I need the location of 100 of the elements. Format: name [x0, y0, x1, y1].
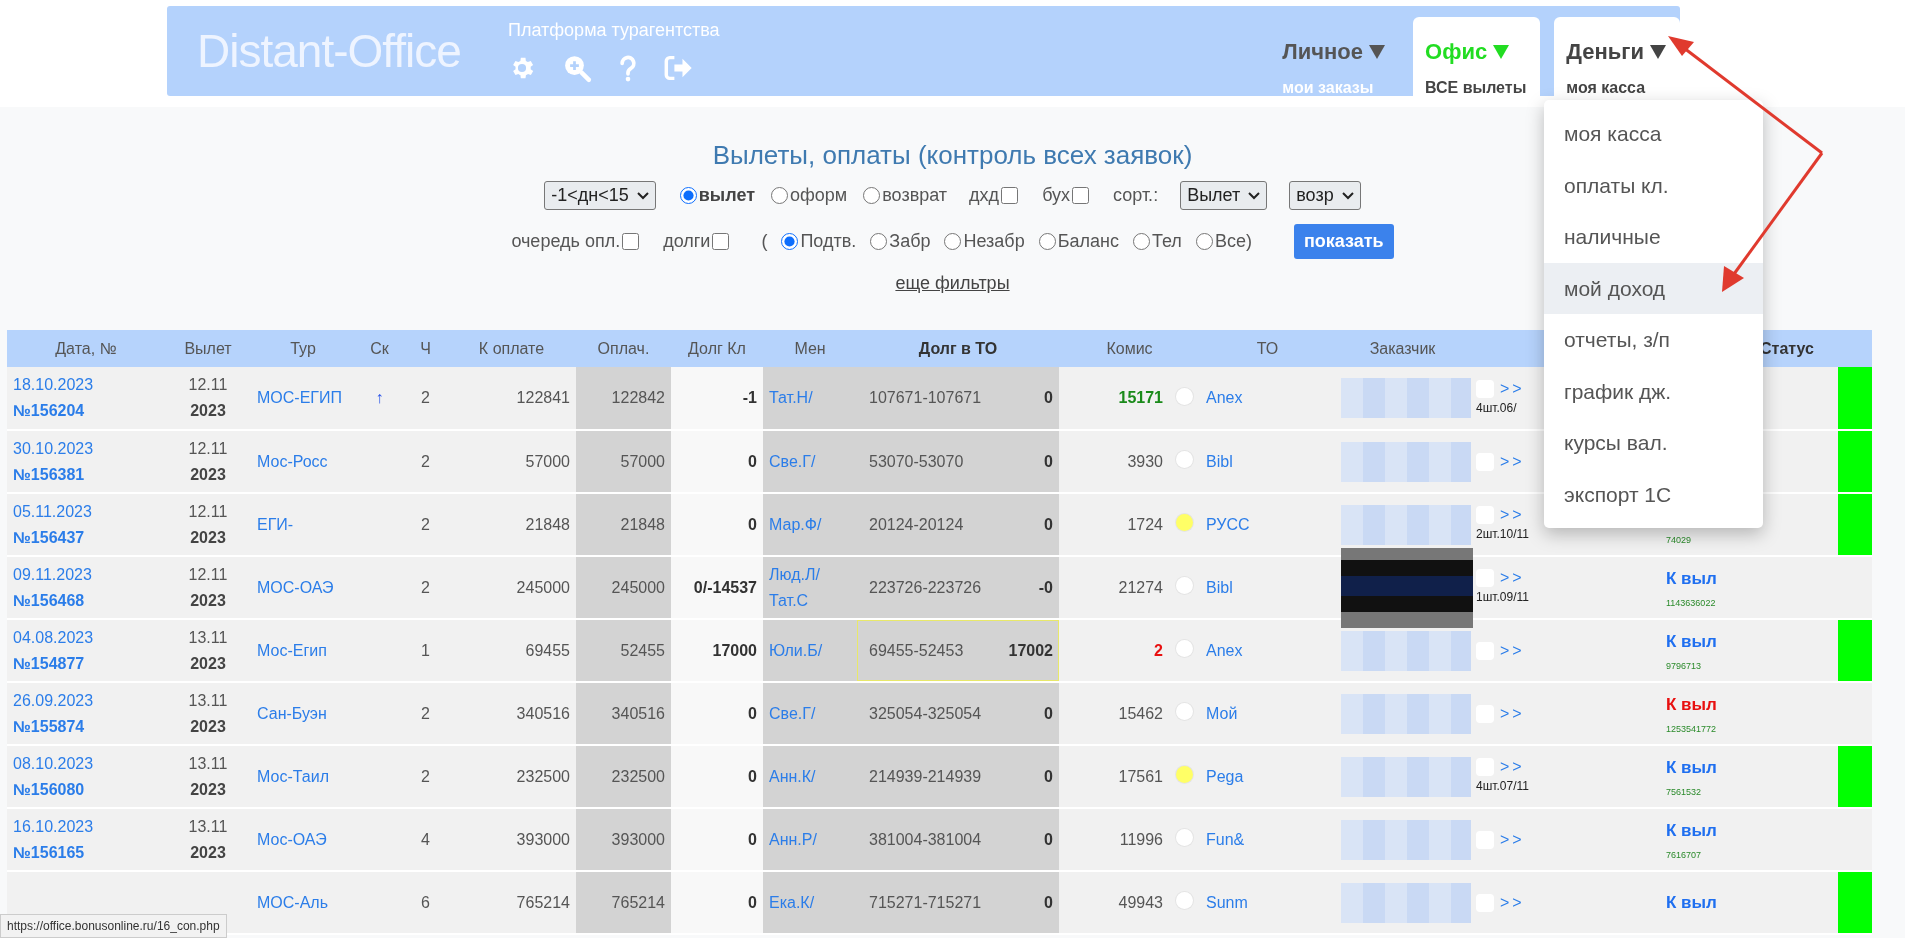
operator-link[interactable]: Pega	[1206, 763, 1329, 790]
caret-icon	[1369, 45, 1386, 59]
details-link[interactable]: >>	[1500, 452, 1525, 471]
more-filters-link[interactable]: еще фильтры	[895, 273, 1010, 294]
operator-link[interactable]: Anex	[1206, 637, 1329, 664]
operator-link[interactable]: Мой	[1206, 700, 1329, 727]
manager-link[interactable]: Све.Г/	[769, 448, 851, 475]
tour-link[interactable]: МОС-ОАЭ	[257, 574, 349, 601]
radio-button[interactable]	[944, 233, 962, 250]
date-link[interactable]: 04.08.2023	[13, 624, 159, 651]
date-link[interactable]: 18.10.2023	[13, 372, 159, 398]
tour-link[interactable]: МОС-ЕГИП	[257, 385, 349, 411]
sort-order-select[interactable]: возр	[1289, 181, 1361, 210]
status-link[interactable]: К выл	[1666, 817, 1832, 844]
menu-item[interactable]: мой доход	[1544, 262, 1763, 314]
option-label: Баланс	[1057, 231, 1119, 252]
operator-link[interactable]: Fun&	[1206, 826, 1329, 853]
show-button[interactable]: показать	[1293, 224, 1394, 259]
menu-subtitle[interactable]: ВСЕ вылеты	[1425, 79, 1527, 97]
menu-title[interactable]: Деньги	[1566, 39, 1644, 65]
tour-link[interactable]: МОС-Аль	[257, 889, 349, 916]
radio-button[interactable]	[781, 233, 799, 250]
sort-field-select[interactable]: Вылет	[1180, 181, 1268, 210]
manager-link[interactable]: Анн.Р/	[769, 826, 851, 853]
tour-link[interactable]: Мос-Егип	[257, 637, 349, 664]
menu-item[interactable]: наличные	[1544, 211, 1763, 263]
details-link[interactable]: >>	[1500, 758, 1525, 776]
radio-button[interactable]	[1038, 233, 1056, 250]
operator-link[interactable]: Sunm	[1206, 889, 1329, 916]
status-link[interactable]: К выл	[1666, 628, 1832, 655]
menu-item[interactable]: график дж.	[1544, 365, 1763, 417]
date-link[interactable]: 05.11.2023	[13, 498, 159, 525]
order-number-link[interactable]: №155874	[13, 713, 159, 740]
menu-item[interactable]: моя касса	[1544, 108, 1763, 160]
order-number-link[interactable]: №156165	[13, 839, 159, 866]
manager-link[interactable]: Юли.Б/	[769, 637, 851, 664]
table-cell: 21848	[525, 515, 570, 533]
details-link[interactable]: >>	[1500, 379, 1525, 398]
operator-link[interactable]: РУСС	[1206, 511, 1329, 538]
checkbox[interactable]	[1001, 187, 1019, 204]
date-link[interactable]: 08.10.2023	[13, 750, 159, 777]
period-select[interactable]: -1<дн<15	[544, 181, 656, 210]
menu-item[interactable]: экспорт 1С	[1544, 468, 1763, 520]
tour-link[interactable]: ЕГИ-	[257, 511, 349, 538]
checkbox[interactable]	[1072, 187, 1090, 204]
menu-item[interactable]: оплаты кл.	[1544, 159, 1763, 211]
menu-tab[interactable]: Деньги моя касса	[1554, 17, 1680, 96]
menu-title[interactable]: Личное	[1282, 39, 1364, 65]
status-link[interactable]: К выл	[1666, 691, 1832, 718]
radio-button[interactable]	[863, 187, 881, 204]
date-link[interactable]: 30.10.2023	[13, 435, 159, 462]
status-url: https://office.bonusonline.ru/16_con.php	[0, 914, 227, 938]
operator-link[interactable]: Bibl	[1206, 574, 1329, 601]
tour-link[interactable]: Сан-Буэн	[257, 700, 349, 727]
operator-debt: 0	[1044, 893, 1053, 912]
details-link[interactable]: >>	[1500, 506, 1525, 524]
date-link[interactable]: 16.10.2023	[13, 813, 159, 840]
operator-link[interactable]: Anex	[1206, 385, 1329, 411]
radio-button[interactable]	[1132, 233, 1150, 250]
radio-button[interactable]	[771, 187, 789, 204]
radio-button[interactable]	[679, 187, 697, 204]
menu-tab[interactable]: Офис ВСЕ вылеты	[1413, 17, 1541, 96]
checkbox[interactable]	[712, 233, 730, 250]
tour-link[interactable]: Мос-Росс	[257, 448, 349, 475]
order-number-link[interactable]: №156437	[13, 524, 159, 551]
details-link[interactable]: >>	[1500, 830, 1525, 849]
payment-range: 325054-325054	[868, 704, 982, 723]
order-number-link[interactable]: №156468	[13, 587, 159, 614]
radio-button[interactable]	[1195, 233, 1213, 250]
menu-item[interactable]: отчеты, з/п	[1544, 314, 1763, 366]
radio-button[interactable]	[870, 233, 888, 250]
checkbox[interactable]	[622, 233, 640, 250]
order-number-link[interactable]: №156080	[13, 776, 159, 803]
operator-link[interactable]: Bibl	[1206, 448, 1329, 475]
details-link[interactable]: >>	[1500, 704, 1525, 723]
option-label: возврат	[882, 185, 948, 206]
status-link[interactable]: К выл	[1666, 565, 1832, 592]
manager-link[interactable]: Тат.С	[769, 587, 851, 614]
details-link[interactable]: >>	[1500, 641, 1525, 660]
menu-subtitle[interactable]: моя касса	[1566, 79, 1666, 97]
details-link[interactable]: >>	[1500, 893, 1525, 912]
manager-link[interactable]: Люд.Л/	[769, 561, 851, 588]
date-link[interactable]: 09.11.2023	[13, 561, 159, 588]
order-number-link[interactable]: №156381	[13, 461, 159, 488]
menu-item[interactable]: курсы вал.	[1544, 417, 1763, 469]
details-link[interactable]: >>	[1500, 569, 1525, 587]
date-link[interactable]: 26.09.2023	[13, 687, 159, 714]
menu-tab[interactable]: Личное мои заказы	[1270, 17, 1400, 96]
order-number-link[interactable]: №156204	[13, 398, 159, 424]
menu-title[interactable]: Офис	[1425, 39, 1488, 65]
tour-link[interactable]: Мос-Таил	[257, 763, 349, 790]
manager-link[interactable]: Мар.Ф/	[769, 511, 851, 538]
status-link[interactable]: К выл	[1666, 889, 1832, 916]
manager-link[interactable]: Ека.К/	[769, 889, 851, 916]
status-link[interactable]: К выл	[1666, 754, 1832, 781]
manager-link[interactable]: Све.Г/	[769, 700, 851, 727]
tour-link[interactable]: Мос-ОАЭ	[257, 826, 349, 853]
order-number-link[interactable]: №154877	[13, 650, 159, 677]
manager-link[interactable]: Анн.К/	[769, 763, 851, 790]
manager-link[interactable]: Тат.Н/	[769, 385, 851, 411]
